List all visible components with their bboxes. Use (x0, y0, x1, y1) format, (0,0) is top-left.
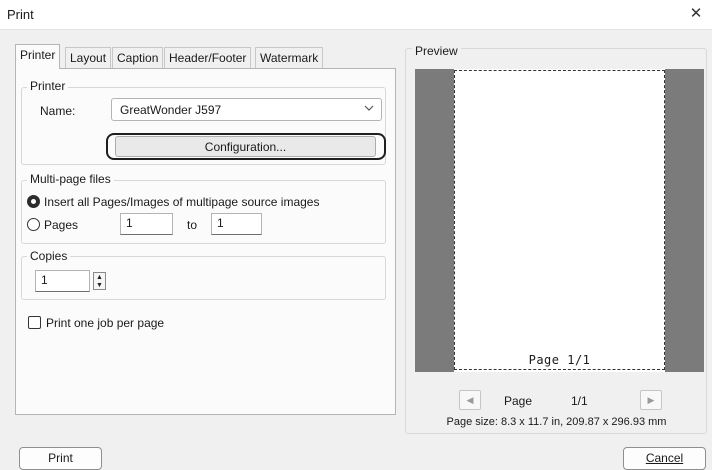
to-label: to (187, 218, 198, 232)
tab-layout[interactable]: Layout (65, 47, 112, 68)
configuration-button[interactable]: Configuration... (115, 136, 376, 157)
printer-name-select[interactable]: GreatWonder J597 (111, 98, 382, 121)
close-icon[interactable]: ✕ (686, 4, 706, 24)
name-label: Name: (40, 104, 76, 118)
pages-from-input[interactable]: 1 (120, 213, 173, 235)
previous-page-button[interactable]: ◀ (459, 390, 481, 410)
copies-stepper[interactable]: ▲ ▼ (93, 272, 106, 290)
one-job-per-page-label: Print one job per page (46, 316, 165, 330)
copies-group-label: Copies (27, 249, 71, 263)
tab-watermark[interactable]: Watermark (255, 47, 324, 68)
nav-page-label: Page (504, 394, 533, 408)
insert-all-label: Insert all Pages/Images of multipage sou… (44, 195, 320, 209)
preview-page-text: Page 1/1 (528, 353, 591, 367)
one-job-per-page-checkbox[interactable] (28, 316, 41, 329)
cancel-button[interactable]: Cancel (623, 447, 706, 470)
printer-name-value: GreatWonder J597 (120, 103, 222, 117)
multipage-group (21, 180, 386, 244)
radio-pages[interactable] (27, 218, 40, 231)
tab-printer[interactable]: Printer (15, 44, 61, 69)
title-bar (0, 0, 712, 30)
printer-group-label: Printer (27, 79, 69, 93)
radio-insert-all[interactable] (27, 195, 40, 208)
nav-page-value: 1/1 (571, 394, 588, 408)
print-button[interactable]: Print (19, 447, 102, 470)
window-title: Print (7, 7, 34, 22)
copies-input[interactable]: 1 (35, 270, 90, 292)
stepper-down-icon[interactable]: ▼ (94, 282, 105, 290)
pages-to-input[interactable]: 1 (211, 213, 262, 235)
tab-header-footer[interactable]: Header/Footer (164, 47, 252, 68)
tab-caption[interactable]: Caption (112, 47, 164, 68)
preview-margin-border (454, 70, 665, 370)
pages-label: Pages (44, 218, 79, 232)
preview-group-label: Preview (412, 44, 461, 58)
page-size-text: Page size: 8.3 x 11.7 in, 209.87 x 296.9… (446, 416, 667, 428)
stepper-up-icon[interactable]: ▲ (94, 274, 105, 282)
chevron-down-icon (364, 105, 374, 111)
multipage-group-label: Multi-page files (27, 172, 114, 186)
next-page-button[interactable]: ▶ (640, 390, 662, 410)
